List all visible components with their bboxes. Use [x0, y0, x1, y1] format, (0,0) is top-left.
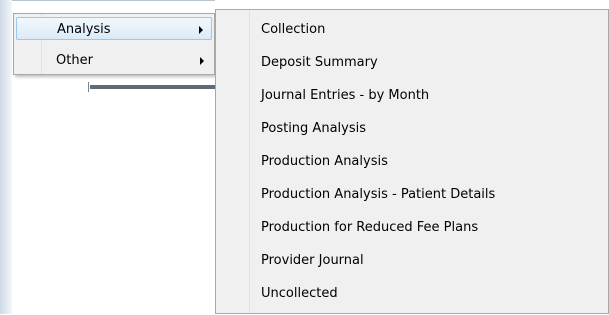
menu-item-other[interactable]: Other — [16, 49, 212, 72]
submenu-arrow-icon — [200, 57, 204, 65]
context-menu: Analysis Other — [13, 13, 215, 75]
submenu-item-journal-entries-by-month[interactable]: Journal Entries - by Month — [216, 84, 608, 117]
submenu-item-deposit-summary[interactable]: Deposit Summary — [216, 51, 608, 84]
submenu-arrow-icon — [199, 26, 203, 34]
submenu-item-production-analysis[interactable]: Production Analysis — [216, 150, 608, 183]
window-left-edge — [0, 0, 12, 314]
submenu-item-production-analysis-patient-details[interactable]: Production Analysis - Patient Details — [216, 183, 608, 216]
background-divider — [88, 82, 89, 92]
menu-item-label: Other — [56, 53, 93, 68]
window-top-border — [12, 0, 215, 1]
menu-item-analysis[interactable]: Analysis — [16, 17, 212, 40]
submenu-item-production-for-reduced-fee-plans[interactable]: Production for Reduced Fee Plans — [216, 216, 608, 249]
menu-item-label: Analysis — [57, 22, 111, 37]
submenu-list: Collection Deposit Summary Journal Entri… — [216, 18, 608, 315]
submenu-item-provider-journal[interactable]: Provider Journal — [216, 249, 608, 282]
submenu-item-uncollected[interactable]: Uncollected — [216, 282, 608, 315]
submenu-item-collection[interactable]: Collection — [216, 18, 608, 51]
background-toolbar-strip — [90, 85, 215, 89]
analysis-submenu: Collection Deposit Summary Journal Entri… — [215, 9, 609, 314]
submenu-item-posting-analysis[interactable]: Posting Analysis — [216, 117, 608, 150]
